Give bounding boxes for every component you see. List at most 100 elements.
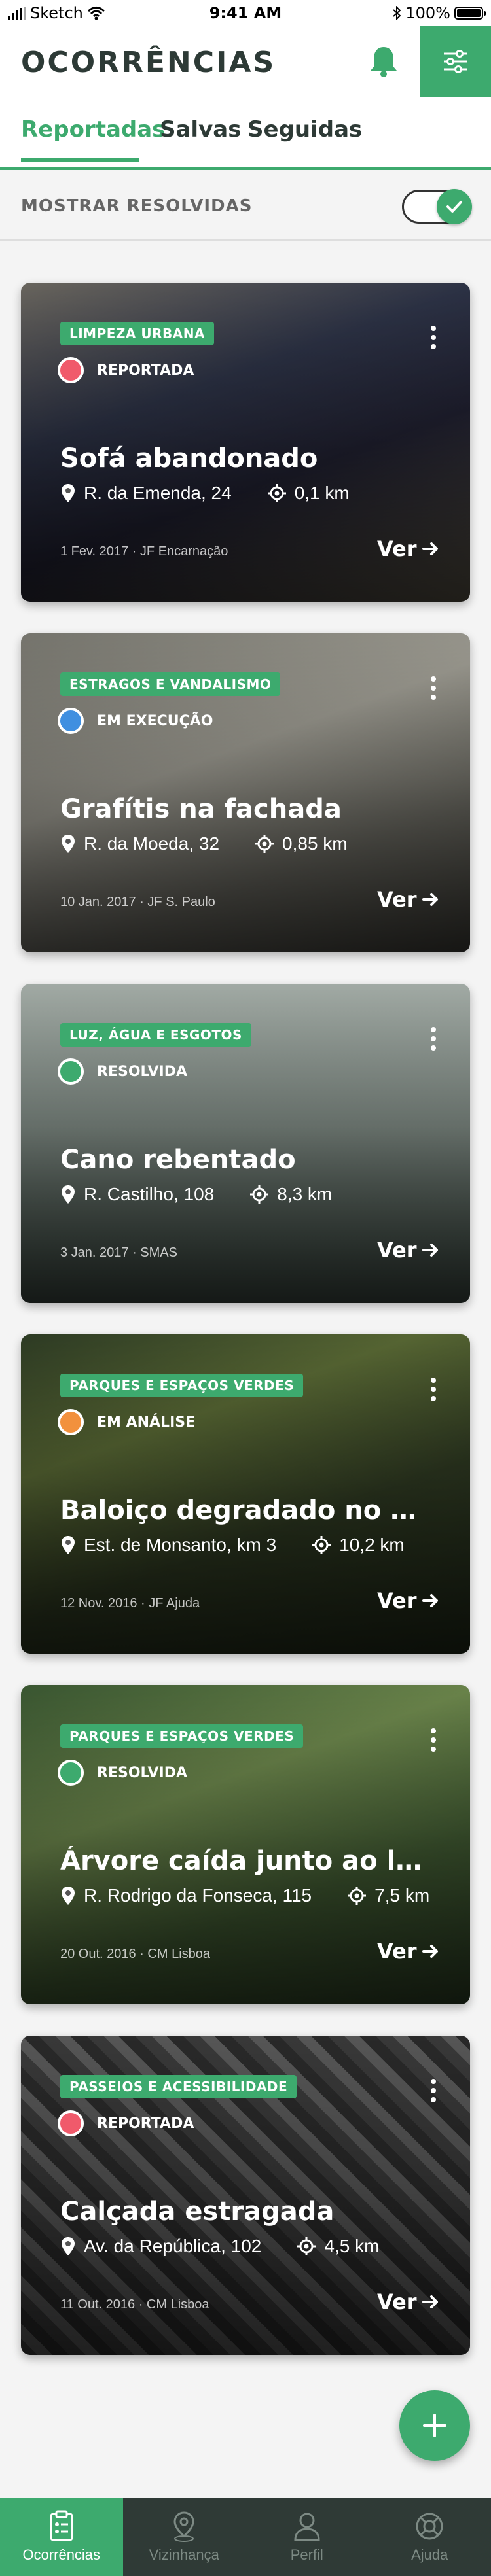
target-icon <box>348 1887 367 1905</box>
more-options-icon[interactable] <box>420 670 446 706</box>
nav-label-ocorrencias: Ocorrências <box>22 2547 101 2563</box>
battery-icon <box>454 7 486 20</box>
more-options-icon[interactable] <box>420 1371 446 1408</box>
app-header: OCORRÊNCIAS <box>0 26 491 97</box>
occurrence-card[interactable]: PASSEIOS E ACESSIBILIDADE REPORTADA Calç… <box>21 2036 470 2355</box>
plus-icon <box>423 2414 446 2437</box>
occurrence-address: R. Rodrigo da Fonseca, 115 <box>84 1885 312 1906</box>
occurrence-address: R. da Moeda, 32 <box>84 833 220 854</box>
occurrence-card[interactable]: LIMPEZA URBANA REPORTADA Sofá abandonado… <box>21 283 470 602</box>
occurrence-meta: Av. da República, 102 4,5 km <box>60 2236 379 2257</box>
location-pin-icon <box>62 835 75 853</box>
status-label: RESOLVIDA <box>97 1765 188 1781</box>
nav-label-ajuda: Ajuda <box>411 2547 448 2563</box>
occurrence-card[interactable]: ESTRAGOS E VANDALISMO EM EXECUÇÃO Grafít… <box>21 633 470 952</box>
category-badge: ESTRAGOS E VANDALISMO <box>60 672 281 696</box>
more-options-icon[interactable] <box>420 1020 446 1057</box>
view-button[interactable]: Ver <box>377 1939 439 1964</box>
category-badge: LIMPEZA URBANA <box>60 322 214 345</box>
nav-item-vizinhanca[interactable]: Vizinhança <box>123 2498 246 2576</box>
show-resolved-toggle[interactable] <box>402 189 472 224</box>
bottom-navigation: Ocorrências Vizinhança Perfil Ajuda <box>0 2498 491 2576</box>
tab-reportadas[interactable]: Reportadas <box>21 116 165 143</box>
status-label: EM EXECUÇÃO <box>97 713 213 729</box>
occurrence-distance: 0,85 km <box>282 833 348 854</box>
status-indicator <box>58 1409 84 1435</box>
occurrence-distance: 8,3 km <box>277 1184 333 1204</box>
tab-seguidas[interactable]: Seguidas <box>247 116 362 143</box>
more-options-icon[interactable] <box>420 319 446 356</box>
target-icon <box>297 2237 316 2255</box>
status-indicator <box>58 2110 84 2136</box>
toggle-knob <box>437 189 472 224</box>
nav-label-perfil: Perfil <box>290 2547 323 2563</box>
occurrence-card[interactable]: LUZ, ÁGUA E ESGOTOS RESOLVIDA Cano reben… <box>21 984 470 1303</box>
arrow-right-icon <box>422 1945 438 1958</box>
more-options-icon[interactable] <box>420 1722 446 1758</box>
occurrence-date: 10 Jan. 2017 · JF S. Paulo <box>60 895 215 909</box>
more-options-icon[interactable] <box>420 2072 446 2109</box>
location-pin-icon <box>62 484 75 502</box>
occurrence-distance: 0,1 km <box>294 483 350 503</box>
nav-item-ocorrencias[interactable]: Ocorrências <box>0 2498 123 2576</box>
occurrence-date: 1 Fev. 2017 · JF Encarnação <box>60 544 228 559</box>
view-button[interactable]: Ver <box>377 1238 439 1262</box>
category-badge: LUZ, ÁGUA E ESGOTOS <box>60 1023 251 1047</box>
location-pin-icon <box>62 1536 75 1554</box>
clipboard-icon <box>50 2510 73 2541</box>
view-button[interactable]: Ver <box>377 536 439 561</box>
location-pin-icon <box>62 1185 75 1204</box>
tab-salvas[interactable]: Salvas <box>160 116 241 143</box>
target-icon <box>312 1536 331 1554</box>
view-label: Ver <box>377 2289 417 2314</box>
occurrence-address: Av. da República, 102 <box>84 2236 262 2256</box>
occurrence-date: 12 Nov. 2016 · JF Ajuda <box>60 1596 200 1610</box>
arrow-right-icon <box>422 2295 438 2308</box>
location-pin-icon <box>62 1887 75 1905</box>
category-badge: PARQUES E ESPAÇOS VERDES <box>60 1724 304 1748</box>
bluetooth-icon <box>393 6 401 20</box>
occurrence-address: R. Castilho, 108 <box>84 1184 215 1204</box>
occurrence-card[interactable]: PARQUES E ESPAÇOS VERDES EM ANÁLISE Balo… <box>21 1334 470 1654</box>
notifications-button[interactable] <box>363 41 405 82</box>
occurrence-address: Est. de Monsanto, km 3 <box>84 1535 277 1555</box>
add-occurrence-button[interactable] <box>399 2390 470 2461</box>
category-badge: PASSEIOS E ACESSIBILIDADE <box>60 2075 297 2098</box>
occurrence-meta: R. da Emenda, 24 0,1 km <box>60 483 350 504</box>
arrow-right-icon <box>422 1594 438 1607</box>
status-label: EM ANÁLISE <box>97 1414 196 1431</box>
view-label: Ver <box>377 1588 417 1613</box>
view-button[interactable]: Ver <box>377 1588 439 1613</box>
view-label: Ver <box>377 887 417 912</box>
filter-button[interactable] <box>420 26 491 97</box>
occurrence-card[interactable]: PARQUES E ESPAÇOS VERDES RESOLVIDA Árvor… <box>21 1685 470 2004</box>
battery-percent: 100% <box>405 4 450 22</box>
view-label: Ver <box>377 1238 417 1262</box>
target-icon <box>250 1185 269 1204</box>
status-label: RESOLVIDA <box>97 1064 188 1080</box>
bell-icon <box>371 47 397 77</box>
category-badge: PARQUES E ESPAÇOS VERDES <box>60 1374 304 1397</box>
nav-item-ajuda[interactable]: Ajuda <box>369 2498 491 2576</box>
target-icon <box>267 484 286 502</box>
view-button[interactable]: Ver <box>377 2289 439 2314</box>
arrow-right-icon <box>422 1244 438 1257</box>
occurrence-meta: R. Castilho, 108 8,3 km <box>60 1184 332 1205</box>
arrow-right-icon <box>422 542 438 555</box>
occurrence-distance: 7,5 km <box>374 1885 430 1906</box>
occurrence-date: 3 Jan. 2017 · SMAS <box>60 1245 177 1260</box>
view-button[interactable]: Ver <box>377 887 439 912</box>
status-indicator <box>58 1058 84 1085</box>
occurrence-title: Cano rebentado <box>60 1145 296 1175</box>
status-label: REPORTADA <box>97 2115 194 2132</box>
occurrence-title: Baloiço degradado no par... <box>60 1495 427 1525</box>
target-icon <box>255 835 274 853</box>
occurrence-meta: R. Rodrigo da Fonseca, 115 7,5 km <box>60 1885 429 1906</box>
status-indicator <box>58 1760 84 1786</box>
map-pin-icon <box>173 2511 194 2542</box>
page-title: OCORRÊNCIAS <box>21 46 276 79</box>
arrow-right-icon <box>422 893 438 906</box>
status-bar: Sketch 9:41 AM 100% <box>0 0 491 26</box>
occurrence-title: Árvore caída junto ao lice... <box>60 1846 427 1876</box>
nav-item-perfil[interactable]: Perfil <box>245 2498 369 2576</box>
